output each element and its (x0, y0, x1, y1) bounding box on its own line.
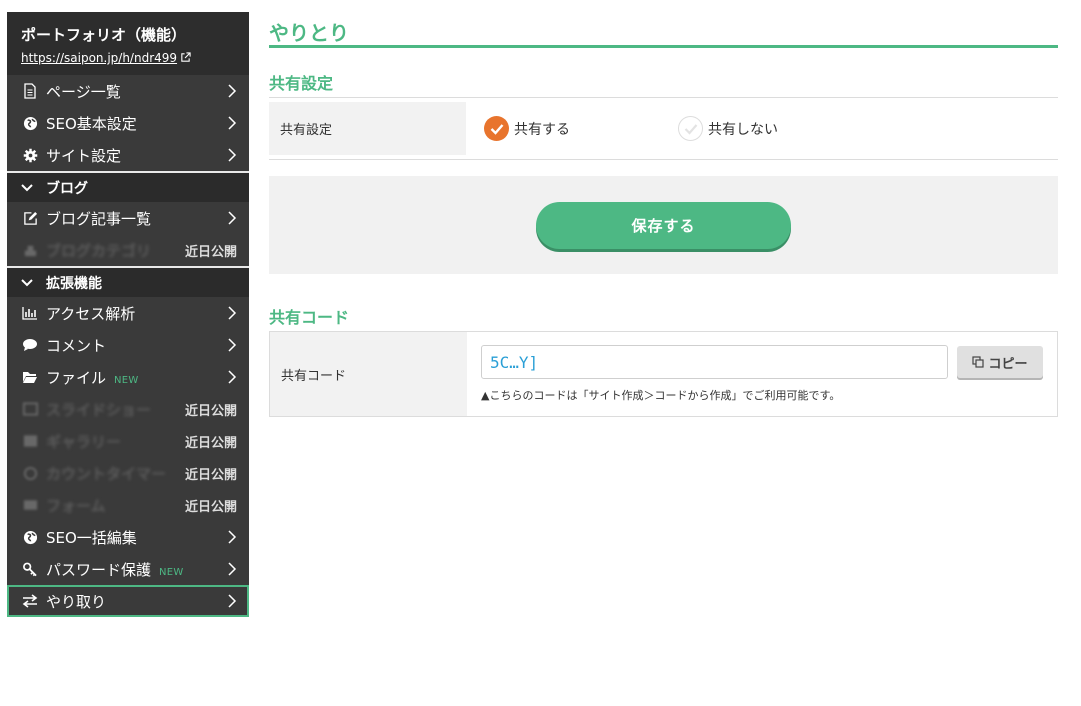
sidebar-item-seo-bulk-edit[interactable]: SEO一括編集 (7, 521, 249, 553)
form-icon (21, 497, 39, 513)
document-icon (21, 83, 39, 99)
share-on-label: 共有する (514, 121, 570, 138)
clock-icon (21, 465, 39, 481)
sidebar-item-label: SEO基本設定 (46, 114, 137, 133)
share-code-cell: 5C…Y] コピー ▲こちらのコードは「サイト作成＞コードから作成」でご利用可能… (467, 332, 1057, 416)
main-content: やりとり 共有設定 共有設定 共有する 共有しない 保存する 共有コード 共有コ… (269, 12, 1058, 417)
page-title: やりとり (269, 12, 1058, 48)
save-button[interactable]: 保存する (536, 201, 791, 249)
share-code-row: 共有コード 5C…Y] コピー ▲こちらのコードは「サイト作成＞コードから作成」… (269, 331, 1058, 417)
sidebar-item-label: ブログカテゴリ (46, 241, 152, 260)
sidebar-section-extensions[interactable]: 拡張機能 (7, 266, 249, 297)
section-label: ブログ (46, 180, 88, 197)
section-label: 拡張機能 (46, 275, 102, 292)
copy-label: コピー (988, 356, 1028, 372)
chevron-right-icon (228, 306, 237, 320)
sidebar-section-blog[interactable]: ブログ (7, 171, 249, 202)
sidebar-item-analytics[interactable]: アクセス解析 (7, 297, 249, 329)
sidebar-item-label: ファイル NEW (46, 368, 139, 387)
site-title: ポートフォリオ（機能） (21, 26, 187, 44)
coming-soon-badge: 近日公開 (184, 467, 237, 483)
chevron-right-icon (228, 211, 237, 225)
sidebar-item-label: ページ一覧 (46, 82, 121, 101)
chevron-down-icon (21, 183, 37, 193)
sidebar-item-exchange[interactable]: やり取り (7, 585, 249, 617)
coming-soon-badge: 近日公開 (184, 499, 237, 515)
save-area: 保存する (269, 176, 1058, 274)
exchange-icon (21, 593, 39, 609)
coming-soon-badge: 近日公開 (184, 403, 237, 419)
sidebar-item-slideshow: スライドショー 近日公開 (7, 393, 249, 425)
folder-icon (21, 369, 39, 385)
key-icon (21, 561, 39, 577)
site-url-link[interactable]: https://saipon.jp/h/ndr499 (21, 51, 191, 65)
site-header: ポートフォリオ（機能） https://saipon.jp/h/ndr499 (7, 12, 249, 75)
chevron-right-icon (228, 148, 237, 162)
sidebar-item-blog-category: ブログカテゴリ 近日公開 (7, 234, 249, 266)
coming-soon-badge: 近日公開 (184, 435, 237, 451)
share-code-note: ▲こちらのコードは「サイト作成＞コードから作成」でご利用可能です。 (481, 389, 841, 402)
new-badge: NEW (114, 374, 139, 386)
sidebar-item-label: ブログ記事一覧 (46, 209, 152, 228)
sidebar-item-label: パスワード保護 NEW (46, 560, 184, 579)
globe-icon (21, 115, 39, 131)
chevron-down-icon (21, 278, 37, 288)
chevron-right-icon (228, 594, 237, 608)
sidebar-item-label: SEO一括編集 (46, 528, 137, 547)
sidebar-item-files[interactable]: ファイル NEW (7, 361, 249, 393)
share-options: 共有する 共有しない (466, 98, 1058, 159)
sidebar-item-label: フォーム (46, 496, 106, 515)
sidebar-item-label: スライドショー (46, 400, 152, 419)
sidebar-item-blog-posts[interactable]: ブログ記事一覧 (7, 202, 249, 234)
chevron-right-icon (228, 84, 237, 98)
sidebar-item-label: ギャラリー (46, 432, 122, 451)
sidebar-item-comments[interactable]: コメント (7, 329, 249, 361)
copy-button[interactable]: コピー (957, 346, 1043, 378)
sidebar-item-label: カウントタイマー (46, 464, 167, 483)
external-link-icon (181, 52, 191, 62)
share-off-radio[interactable]: 共有しない (678, 116, 778, 141)
gear-icon (21, 147, 39, 163)
chevron-right-icon (228, 562, 237, 576)
sidebar: ポートフォリオ（機能） https://saipon.jp/h/ndr499 ペ… (7, 12, 249, 617)
check-icon (678, 116, 703, 141)
share-code-input[interactable]: 5C…Y] (481, 345, 948, 379)
copy-icon (972, 356, 985, 368)
new-badge: NEW (159, 566, 184, 578)
share-off-label: 共有しない (708, 121, 778, 138)
chevron-right-icon (228, 370, 237, 384)
edit-icon (21, 210, 39, 226)
sidebar-item-password-protection[interactable]: パスワード保護 NEW (7, 553, 249, 585)
slideshow-icon (21, 401, 39, 417)
share-code-line: 5C…Y] コピー (481, 345, 1043, 379)
sidebar-item-countdown: カウントタイマー 近日公開 (7, 457, 249, 489)
sidebar-item-label: やり取り (46, 592, 107, 611)
sidebar-item-pages[interactable]: ページ一覧 (7, 75, 249, 107)
share-on-radio[interactable]: 共有する (484, 116, 570, 141)
globe-icon (21, 529, 39, 545)
sidebar-item-label: コメント (46, 336, 107, 355)
sidebar-item-label: サイト設定 (46, 146, 122, 165)
chevron-right-icon (228, 530, 237, 544)
chevron-right-icon (228, 338, 237, 352)
sidebar-item-form: フォーム 近日公開 (7, 489, 249, 521)
coming-soon-badge: 近日公開 (184, 244, 237, 260)
share-settings-label: 共有設定 (269, 102, 466, 155)
chart-icon (21, 305, 39, 321)
sidebar-item-label: アクセス解析 (46, 304, 136, 323)
sidebar-item-seo-settings[interactable]: SEO基本設定 (7, 107, 249, 139)
share-code-heading: 共有コード (269, 308, 350, 327)
chevron-right-icon (228, 116, 237, 130)
category-icon (21, 242, 39, 258)
sidebar-item-gallery: ギャラリー 近日公開 (7, 425, 249, 457)
share-settings-row: 共有設定 共有する 共有しない (269, 97, 1058, 160)
share-code-label: 共有コード (270, 332, 467, 416)
sidebar-item-site-settings[interactable]: サイト設定 (7, 139, 249, 171)
check-icon (484, 116, 509, 141)
image-icon (21, 433, 39, 449)
share-settings-heading: 共有設定 (269, 74, 334, 93)
comment-icon (21, 337, 39, 353)
